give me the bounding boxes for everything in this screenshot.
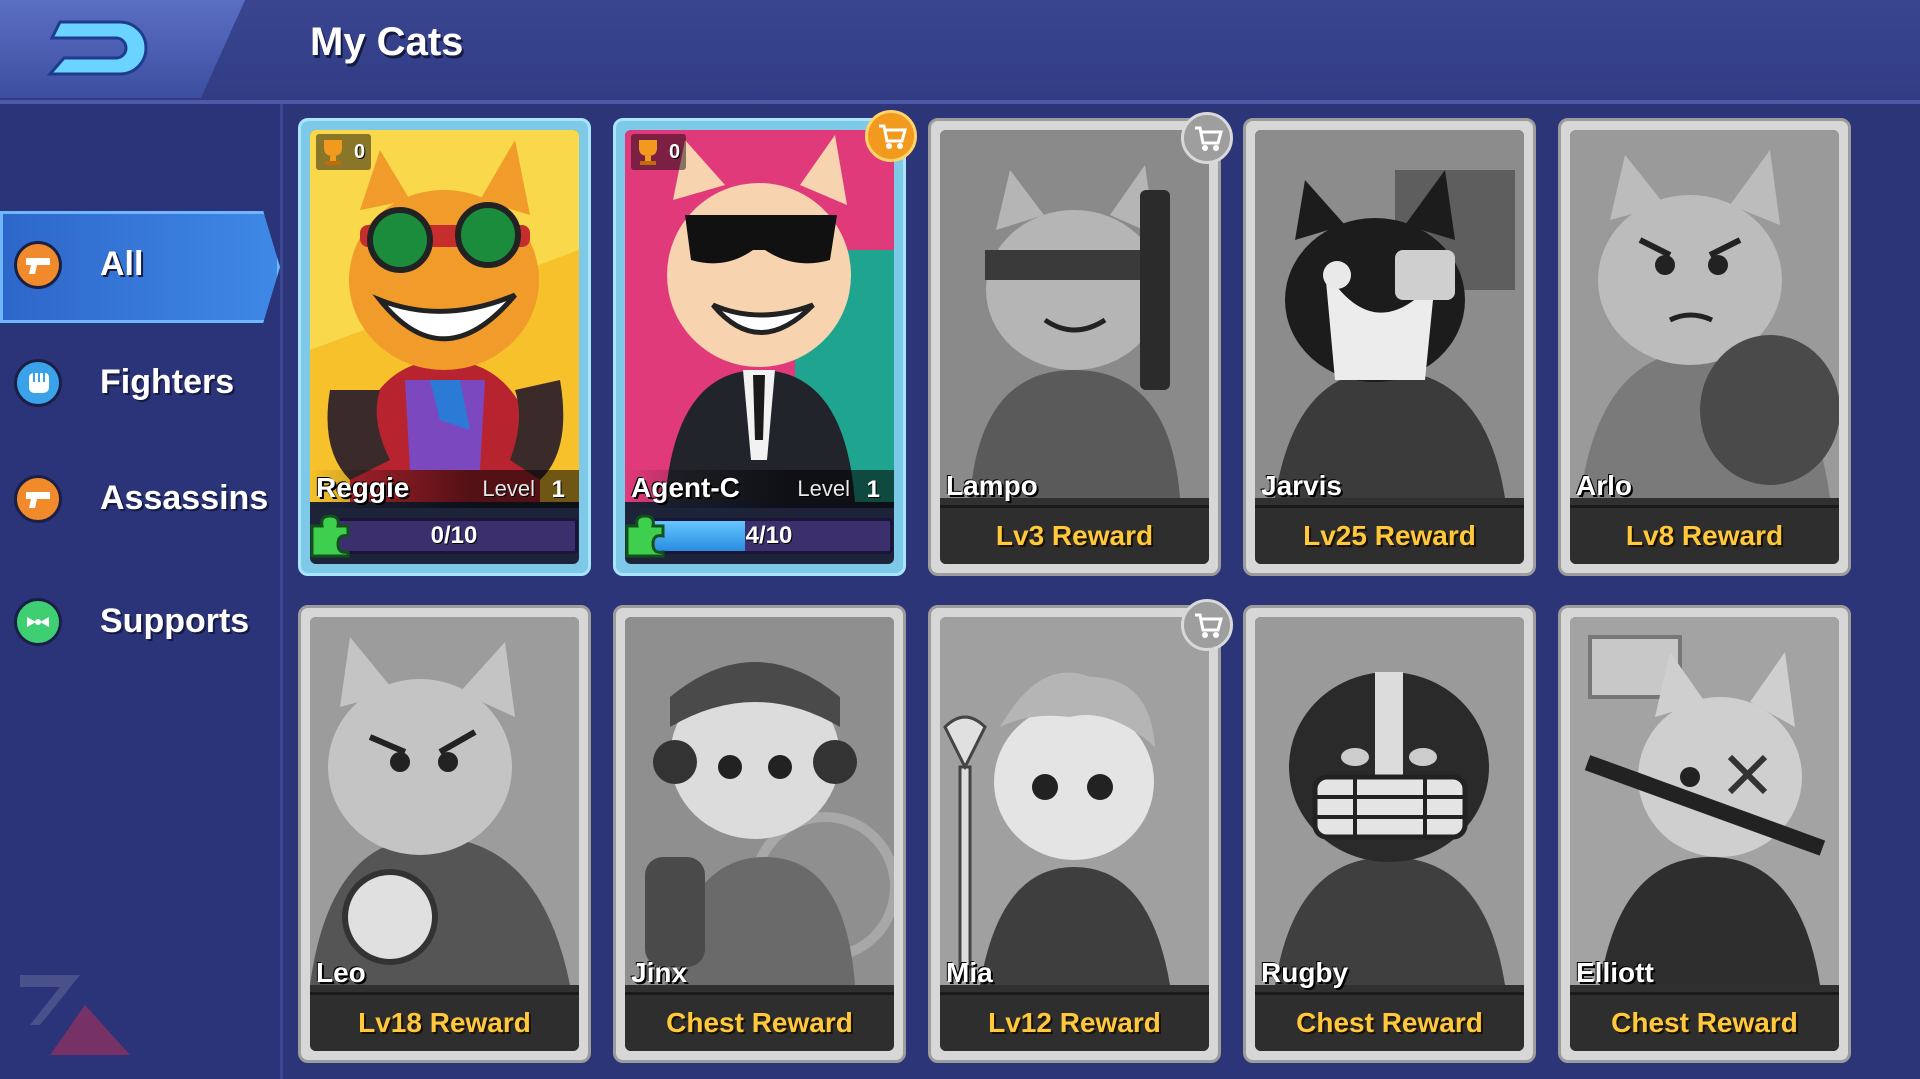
cat-portrait-lampo: [940, 130, 1209, 498]
cat-card-arlo[interactable]: Arlo Lv8 Reward: [1558, 118, 1851, 576]
sidebar-item-supports[interactable]: Supports: [0, 568, 280, 680]
reward-bar: Lv18 Reward: [310, 992, 579, 1051]
reward-bar: Chest Reward: [1255, 992, 1524, 1051]
shop-cart-button[interactable]: [865, 110, 917, 162]
name-bar: Agent-C Level 1: [625, 470, 894, 508]
reward-bar: Chest Reward: [625, 992, 894, 1051]
bandage-icon: [14, 598, 62, 646]
reward-label: Chest Reward: [1611, 1007, 1798, 1038]
gun-icon: [14, 475, 62, 523]
cat-card-jarvis[interactable]: Jarvis Lv25 Reward: [1243, 118, 1536, 576]
cat-name: Jinx: [631, 957, 688, 988]
reward-bar: Chest Reward: [1570, 992, 1839, 1051]
cat-card-reggie[interactable]: 0 Reggie Level 1 0/10: [298, 118, 591, 576]
trophy-icon: [639, 140, 657, 165]
level-label: Level: [797, 476, 850, 501]
cat-name: Elliott: [1576, 957, 1654, 988]
cat-grid: 0 Reggie Level 1 0/10 0 Agent-C Level 1 …: [298, 110, 1868, 1079]
reward-label: Lv3 Reward: [995, 520, 1154, 551]
level-value: 1: [551, 476, 565, 503]
shopping-cart-icon: [879, 124, 907, 149]
cat-portrait-elliott: [1570, 617, 1839, 985]
trophy-count: 0: [354, 140, 366, 163]
cat-card-leo[interactable]: Leo Lv18 Reward: [298, 605, 591, 1063]
cat-card-rugby[interactable]: Rugby Chest Reward: [1243, 605, 1536, 1063]
cat-portrait-arlo: [1570, 130, 1839, 498]
shard-progress-bar: 0/10: [330, 518, 578, 554]
cat-portrait-jinx: [625, 617, 894, 985]
back-button[interactable]: [0, 0, 245, 98]
cat-portrait-agent-c: [625, 130, 894, 502]
trophy-icon: [324, 140, 342, 165]
cat-name: Rugby: [1261, 957, 1349, 988]
sidebar-item-label: All: [100, 245, 144, 283]
progress-text: 0/10: [430, 522, 478, 549]
top-bar: My Cats: [0, 0, 1920, 104]
reward-bar: Lv12 Reward: [940, 992, 1209, 1051]
cat-portrait-leo: [310, 617, 579, 985]
reward-bar: Lv3 Reward: [940, 505, 1209, 564]
cat-portrait-jarvis: [1255, 130, 1524, 498]
cat-portrait-reggie: [310, 130, 579, 502]
back-arrow-icon: [46, 20, 148, 76]
cat-name: Agent-C: [631, 472, 740, 503]
cat-portrait-mia: [940, 617, 1209, 985]
reward-bar: Lv25 Reward: [1255, 505, 1524, 564]
reward-label: Lv12 Reward: [988, 1007, 1161, 1038]
reward-label: Chest Reward: [1296, 1007, 1483, 1038]
shop-cart-button[interactable]: [1181, 599, 1233, 651]
cat-card-elliott[interactable]: Elliott Chest Reward: [1558, 605, 1851, 1063]
page-title: My Cats: [310, 20, 464, 64]
cat-portrait-rugby: [1255, 617, 1524, 985]
gun-icon: [14, 241, 62, 289]
puzzle-piece-icon: [310, 514, 350, 558]
category-sidebar: All Fighters Assassins Supports: [0, 104, 283, 1079]
watermark-logo: [20, 975, 130, 1055]
cat-name: Arlo: [1576, 470, 1632, 501]
cat-card-jinx[interactable]: Jinx Chest Reward: [613, 605, 906, 1063]
cat-name: Jarvis: [1261, 470, 1342, 501]
reward-label: Lv8 Reward: [1625, 520, 1784, 551]
sidebar-item-assassins[interactable]: Assassins: [0, 445, 280, 557]
fist-icon: [14, 359, 62, 407]
progress-text: 4/10: [745, 522, 793, 549]
trophy-badge: 0: [631, 134, 687, 170]
reward-label: Lv18 Reward: [358, 1007, 531, 1038]
reward-label: Chest Reward: [666, 1007, 853, 1038]
cat-card-agent-c[interactable]: 0 Agent-C Level 1 4/10: [613, 118, 906, 576]
cat-name: Leo: [316, 957, 366, 988]
cat-card-mia[interactable]: Mia Lv12 Reward: [928, 605, 1221, 1063]
sidebar-item-label: Assassins: [100, 479, 269, 517]
cat-name: Mia: [946, 957, 993, 988]
sidebar-item-all[interactable]: All: [0, 211, 280, 323]
shop-cart-button[interactable]: [1181, 112, 1233, 164]
trophy-count: 0: [669, 140, 681, 163]
reward-label: Lv25 Reward: [1303, 520, 1476, 551]
shard-progress-bar: 4/10: [645, 518, 893, 554]
trophy-badge: 0: [316, 134, 372, 170]
shopping-cart-icon: [1195, 613, 1223, 638]
cat-name: Lampo: [946, 470, 1038, 501]
puzzle-piece-icon: [625, 514, 665, 558]
reward-bar: Lv8 Reward: [1570, 505, 1839, 564]
level-value: 1: [866, 476, 880, 503]
sidebar-item-label: Fighters: [100, 363, 235, 401]
name-bar: Reggie Level 1: [310, 470, 579, 508]
shopping-cart-icon: [1195, 126, 1223, 151]
sidebar-item-fighters[interactable]: Fighters: [0, 329, 280, 441]
level-label: Level: [482, 476, 535, 501]
cat-name: Reggie: [316, 472, 410, 503]
sidebar-item-label: Supports: [100, 602, 250, 640]
cat-card-lampo[interactable]: Lampo Lv3 Reward: [928, 118, 1221, 576]
